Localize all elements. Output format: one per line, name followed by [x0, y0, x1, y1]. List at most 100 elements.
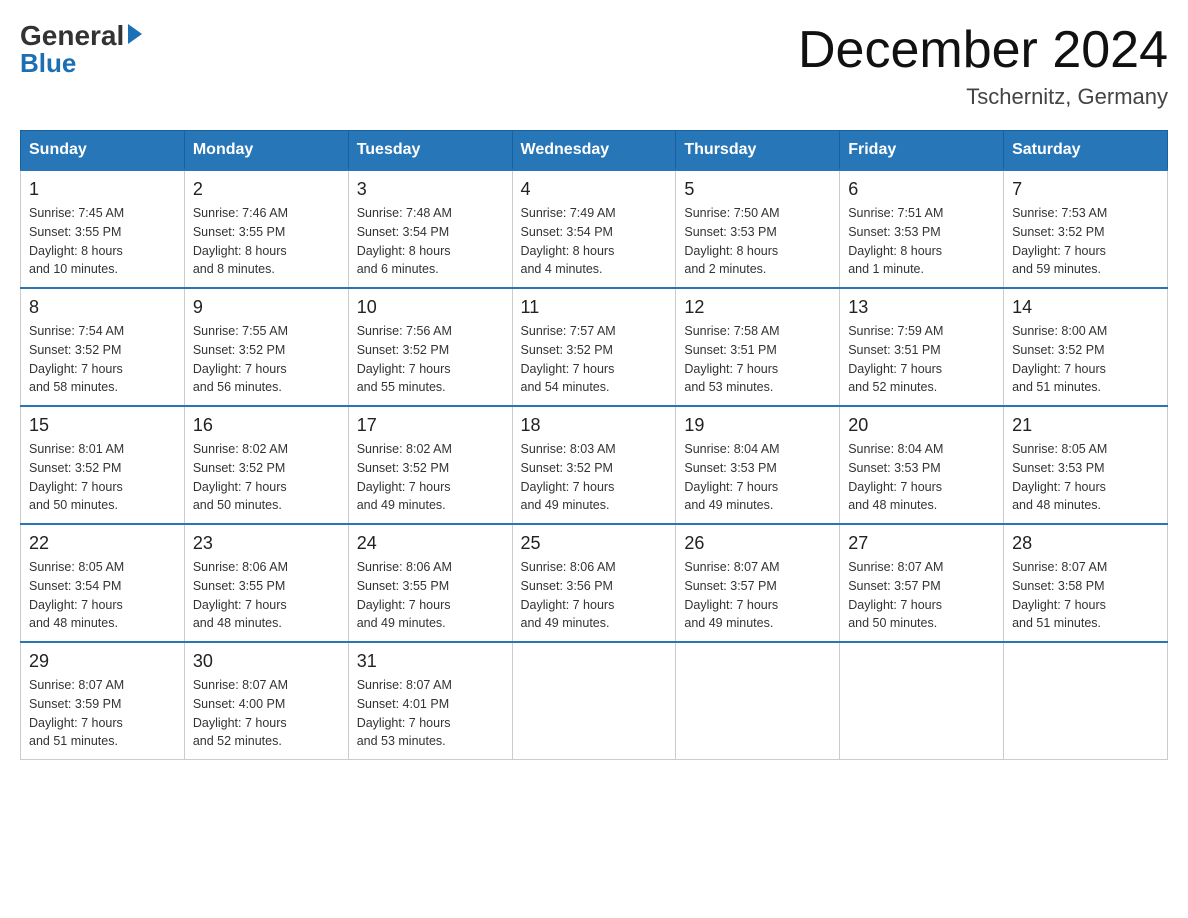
day-number: 28 — [1012, 533, 1159, 554]
day-info: Sunrise: 7:49 AMSunset: 3:54 PMDaylight:… — [521, 204, 668, 279]
day-info: Sunrise: 8:02 AMSunset: 3:52 PMDaylight:… — [357, 440, 504, 515]
calendar-cell: 17 Sunrise: 8:02 AMSunset: 3:52 PMDaylig… — [348, 406, 512, 524]
day-number: 25 — [521, 533, 668, 554]
day-number: 21 — [1012, 415, 1159, 436]
day-number: 24 — [357, 533, 504, 554]
calendar-cell: 9 Sunrise: 7:55 AMSunset: 3:52 PMDayligh… — [184, 288, 348, 406]
calendar-cell: 25 Sunrise: 8:06 AMSunset: 3:56 PMDaylig… — [512, 524, 676, 642]
calendar-cell: 14 Sunrise: 8:00 AMSunset: 3:52 PMDaylig… — [1004, 288, 1168, 406]
calendar-table: Sunday Monday Tuesday Wednesday Thursday… — [20, 130, 1168, 760]
calendar-week-2: 8 Sunrise: 7:54 AMSunset: 3:52 PMDayligh… — [21, 288, 1168, 406]
day-number: 5 — [684, 179, 831, 200]
calendar-cell: 19 Sunrise: 8:04 AMSunset: 3:53 PMDaylig… — [676, 406, 840, 524]
day-info: Sunrise: 8:07 AMSunset: 3:58 PMDaylight:… — [1012, 558, 1159, 633]
day-number: 26 — [684, 533, 831, 554]
calendar-cell: 3 Sunrise: 7:48 AMSunset: 3:54 PMDayligh… — [348, 170, 512, 288]
calendar-cell: 30 Sunrise: 8:07 AMSunset: 4:00 PMDaylig… — [184, 642, 348, 760]
calendar-cell: 4 Sunrise: 7:49 AMSunset: 3:54 PMDayligh… — [512, 170, 676, 288]
col-sunday: Sunday — [21, 131, 185, 171]
calendar-cell: 24 Sunrise: 8:06 AMSunset: 3:55 PMDaylig… — [348, 524, 512, 642]
calendar-week-1: 1 Sunrise: 7:45 AMSunset: 3:55 PMDayligh… — [21, 170, 1168, 288]
col-friday: Friday — [840, 131, 1004, 171]
day-number: 20 — [848, 415, 995, 436]
day-number: 2 — [193, 179, 340, 200]
col-thursday: Thursday — [676, 131, 840, 171]
calendar-cell: 2 Sunrise: 7:46 AMSunset: 3:55 PMDayligh… — [184, 170, 348, 288]
day-info: Sunrise: 7:55 AMSunset: 3:52 PMDaylight:… — [193, 322, 340, 397]
day-info: Sunrise: 7:54 AMSunset: 3:52 PMDaylight:… — [29, 322, 176, 397]
day-number: 7 — [1012, 179, 1159, 200]
day-info: Sunrise: 8:03 AMSunset: 3:52 PMDaylight:… — [521, 440, 668, 515]
calendar-cell: 29 Sunrise: 8:07 AMSunset: 3:59 PMDaylig… — [21, 642, 185, 760]
day-number: 11 — [521, 297, 668, 318]
day-info: Sunrise: 8:07 AMSunset: 3:59 PMDaylight:… — [29, 676, 176, 751]
calendar-week-4: 22 Sunrise: 8:05 AMSunset: 3:54 PMDaylig… — [21, 524, 1168, 642]
calendar-cell: 1 Sunrise: 7:45 AMSunset: 3:55 PMDayligh… — [21, 170, 185, 288]
day-number: 14 — [1012, 297, 1159, 318]
day-number: 6 — [848, 179, 995, 200]
day-info: Sunrise: 8:06 AMSunset: 3:55 PMDaylight:… — [193, 558, 340, 633]
calendar-cell: 13 Sunrise: 7:59 AMSunset: 3:51 PMDaylig… — [840, 288, 1004, 406]
day-info: Sunrise: 7:48 AMSunset: 3:54 PMDaylight:… — [357, 204, 504, 279]
day-info: Sunrise: 8:01 AMSunset: 3:52 PMDaylight:… — [29, 440, 176, 515]
calendar-cell: 12 Sunrise: 7:58 AMSunset: 3:51 PMDaylig… — [676, 288, 840, 406]
day-number: 27 — [848, 533, 995, 554]
day-info: Sunrise: 7:45 AMSunset: 3:55 PMDaylight:… — [29, 204, 176, 279]
calendar-week-3: 15 Sunrise: 8:01 AMSunset: 3:52 PMDaylig… — [21, 406, 1168, 524]
calendar-cell: 5 Sunrise: 7:50 AMSunset: 3:53 PMDayligh… — [676, 170, 840, 288]
day-info: Sunrise: 8:04 AMSunset: 3:53 PMDaylight:… — [684, 440, 831, 515]
day-number: 30 — [193, 651, 340, 672]
day-number: 17 — [357, 415, 504, 436]
day-info: Sunrise: 8:07 AMSunset: 4:00 PMDaylight:… — [193, 676, 340, 751]
day-info: Sunrise: 8:06 AMSunset: 3:56 PMDaylight:… — [521, 558, 668, 633]
calendar-cell: 23 Sunrise: 8:06 AMSunset: 3:55 PMDaylig… — [184, 524, 348, 642]
day-number: 22 — [29, 533, 176, 554]
day-info: Sunrise: 8:04 AMSunset: 3:53 PMDaylight:… — [848, 440, 995, 515]
calendar-cell: 15 Sunrise: 8:01 AMSunset: 3:52 PMDaylig… — [21, 406, 185, 524]
day-info: Sunrise: 7:57 AMSunset: 3:52 PMDaylight:… — [521, 322, 668, 397]
calendar-cell — [1004, 642, 1168, 760]
day-info: Sunrise: 8:07 AMSunset: 4:01 PMDaylight:… — [357, 676, 504, 751]
location-title: Tschernitz, Germany — [798, 84, 1168, 110]
day-number: 31 — [357, 651, 504, 672]
day-info: Sunrise: 7:46 AMSunset: 3:55 PMDaylight:… — [193, 204, 340, 279]
calendar-cell: 28 Sunrise: 8:07 AMSunset: 3:58 PMDaylig… — [1004, 524, 1168, 642]
calendar-cell — [512, 642, 676, 760]
calendar-cell: 26 Sunrise: 8:07 AMSunset: 3:57 PMDaylig… — [676, 524, 840, 642]
calendar-cell: 20 Sunrise: 8:04 AMSunset: 3:53 PMDaylig… — [840, 406, 1004, 524]
day-info: Sunrise: 8:07 AMSunset: 3:57 PMDaylight:… — [848, 558, 995, 633]
calendar-cell: 22 Sunrise: 8:05 AMSunset: 3:54 PMDaylig… — [21, 524, 185, 642]
calendar-cell: 8 Sunrise: 7:54 AMSunset: 3:52 PMDayligh… — [21, 288, 185, 406]
day-number: 13 — [848, 297, 995, 318]
col-tuesday: Tuesday — [348, 131, 512, 171]
header-row: Sunday Monday Tuesday Wednesday Thursday… — [21, 131, 1168, 171]
col-saturday: Saturday — [1004, 131, 1168, 171]
col-monday: Monday — [184, 131, 348, 171]
day-number: 9 — [193, 297, 340, 318]
day-info: Sunrise: 7:58 AMSunset: 3:51 PMDaylight:… — [684, 322, 831, 397]
day-number: 10 — [357, 297, 504, 318]
calendar-cell: 27 Sunrise: 8:07 AMSunset: 3:57 PMDaylig… — [840, 524, 1004, 642]
day-info: Sunrise: 8:07 AMSunset: 3:57 PMDaylight:… — [684, 558, 831, 633]
day-number: 1 — [29, 179, 176, 200]
day-info: Sunrise: 8:02 AMSunset: 3:52 PMDaylight:… — [193, 440, 340, 515]
calendar-week-5: 29 Sunrise: 8:07 AMSunset: 3:59 PMDaylig… — [21, 642, 1168, 760]
calendar-cell: 7 Sunrise: 7:53 AMSunset: 3:52 PMDayligh… — [1004, 170, 1168, 288]
day-number: 16 — [193, 415, 340, 436]
calendar-cell: 10 Sunrise: 7:56 AMSunset: 3:52 PMDaylig… — [348, 288, 512, 406]
logo: General Blue — [20, 20, 142, 79]
day-number: 12 — [684, 297, 831, 318]
day-info: Sunrise: 7:51 AMSunset: 3:53 PMDaylight:… — [848, 204, 995, 279]
calendar-cell: 31 Sunrise: 8:07 AMSunset: 4:01 PMDaylig… — [348, 642, 512, 760]
day-info: Sunrise: 8:05 AMSunset: 3:54 PMDaylight:… — [29, 558, 176, 633]
day-info: Sunrise: 7:53 AMSunset: 3:52 PMDaylight:… — [1012, 204, 1159, 279]
calendar-cell: 11 Sunrise: 7:57 AMSunset: 3:52 PMDaylig… — [512, 288, 676, 406]
calendar-cell — [676, 642, 840, 760]
calendar-header: Sunday Monday Tuesday Wednesday Thursday… — [21, 131, 1168, 171]
col-wednesday: Wednesday — [512, 131, 676, 171]
day-number: 8 — [29, 297, 176, 318]
day-number: 18 — [521, 415, 668, 436]
day-number: 4 — [521, 179, 668, 200]
day-info: Sunrise: 8:06 AMSunset: 3:55 PMDaylight:… — [357, 558, 504, 633]
day-number: 15 — [29, 415, 176, 436]
